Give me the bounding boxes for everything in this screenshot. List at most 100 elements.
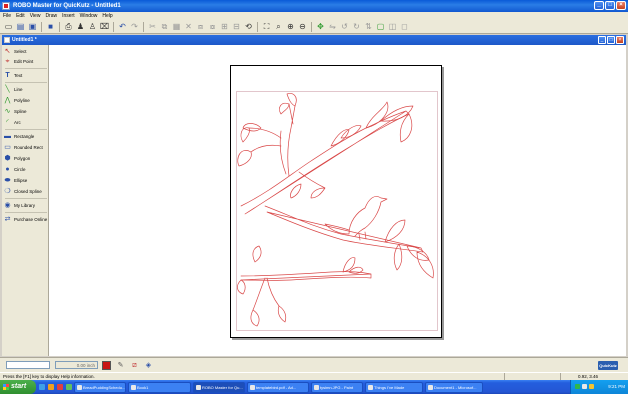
flip-icon[interactable]: ⇅ [363, 21, 374, 32]
tool-ellipse[interactable]: ⬬ Ellipse [4, 176, 48, 185]
tool-closed-spline[interactable]: ❍ Closed Spline [4, 187, 48, 196]
tool-my-library[interactable]: ◉ My Library [4, 201, 48, 210]
rotate-left-icon[interactable]: ↺ [339, 21, 350, 32]
menu-window[interactable]: Window [80, 12, 98, 20]
new-file-icon[interactable]: ▭ [3, 21, 14, 32]
no-fill-icon[interactable]: ⧄ [130, 361, 139, 370]
leaf [237, 279, 246, 295]
ungroup-icon[interactable]: ⧇ [207, 21, 218, 32]
taskbar-item[interactable]: templatebird.pdf - Ad... [247, 381, 309, 393]
taskbar-item[interactable]: Book1 [128, 381, 191, 393]
delete-icon[interactable]: ✕ [183, 21, 194, 32]
panel-separator [5, 82, 47, 83]
doc-restore-button[interactable]: □ [607, 36, 615, 44]
document-title-bar[interactable]: Untitled1 * _ □ × [2, 35, 626, 45]
tool-select[interactable]: ↖ Select [4, 47, 48, 56]
start-button[interactable]: start [0, 380, 36, 394]
outline-icon[interactable]: ◻ [399, 21, 410, 32]
weld-icon[interactable]: ⊞ [219, 21, 230, 32]
tool-purchase-online[interactable]: ⇄ Purchase Online [4, 215, 48, 224]
desktop-quicklaunch-icon[interactable] [66, 384, 72, 390]
taskbar-item[interactable]: Document1 - Microsof... [425, 381, 483, 393]
tool-text[interactable]: T Text [4, 71, 48, 80]
taskbar-item[interactable]: Things I've Made [365, 381, 423, 393]
shadow-icon[interactable]: ◫ [387, 21, 398, 32]
zoom-out-icon[interactable]: ⊖ [297, 21, 308, 32]
taskbar-item[interactable]: BreadPuddingSchedu... [74, 381, 126, 393]
security-icon[interactable] [589, 384, 594, 389]
window-title-bar[interactable]: ROBO Master for QuicKutz - Untitled1 _ □… [0, 0, 628, 12]
menu-help[interactable]: Help [102, 12, 112, 20]
frame-icon[interactable]: ▢ [375, 21, 386, 32]
minimize-button[interactable]: _ [594, 1, 604, 10]
volume-icon[interactable] [582, 384, 587, 389]
maximize-button[interactable]: □ [605, 1, 615, 10]
doc-minimize-button[interactable]: _ [598, 36, 606, 44]
line-color-swatch[interactable] [102, 361, 111, 370]
move-icon[interactable]: ✥ [315, 21, 326, 32]
fill-bucket-icon[interactable]: ◈ [144, 361, 153, 370]
tool-label: Polygon [14, 156, 31, 161]
tool-rectangle[interactable]: ▬ Rectangle [4, 132, 48, 141]
menu-file[interactable]: File [3, 12, 11, 20]
mirror-icon[interactable]: ⇋ [327, 21, 338, 32]
tool-label: Circle [14, 167, 26, 172]
stamp-icon[interactable]: ♟ [75, 21, 86, 32]
taskbar-item-active[interactable]: ROBO Master for Qu... [193, 381, 245, 393]
zoom-fit-icon[interactable]: ⛶ [261, 21, 272, 32]
line-width-field[interactable]: 0.00 inch [55, 361, 98, 369]
arrow-cursor-icon: ↖ [4, 48, 11, 55]
leaf [277, 305, 287, 323]
redo-icon[interactable]: ↷ [129, 21, 140, 32]
polygon-icon: ⬢ [4, 155, 11, 162]
tool-label: Polyline [14, 98, 30, 103]
pen-icon[interactable]: ✎ [116, 361, 125, 370]
tool-polygon[interactable]: ⬢ Polygon [4, 154, 48, 163]
print-icon[interactable]: ⎙ [63, 21, 74, 32]
window-title: ROBO Master for QuicKutz - Untitled1 [13, 3, 121, 9]
media-quicklaunch-icon[interactable] [57, 384, 63, 390]
cut-icon[interactable]: ✂ [147, 21, 158, 32]
menu-insert[interactable]: Insert [62, 12, 75, 20]
save-icon[interactable]: ▣ [27, 21, 38, 32]
break-icon[interactable]: ⊟ [231, 21, 242, 32]
close-button[interactable]: × [616, 1, 626, 10]
folder-quicklaunch-icon[interactable] [48, 384, 54, 390]
bottom-twig [252, 277, 280, 311]
tool-circle[interactable]: ● Circle [4, 165, 48, 174]
ie-quicklaunch-icon[interactable] [39, 384, 45, 390]
tool-edit-point[interactable]: ⌖ Edit Point [4, 57, 48, 66]
toolbar-separator [143, 21, 144, 32]
menu-view[interactable]: View [30, 12, 41, 20]
cut-to-machine-icon[interactable]: ■ [45, 21, 56, 32]
zoom-window-icon[interactable]: ⌕ [273, 21, 284, 32]
rotate-icon[interactable]: ⟲ [243, 21, 254, 32]
tool-spline[interactable]: ∿ Spline [4, 107, 48, 116]
tool-label: Text [14, 73, 23, 78]
menu-edit[interactable]: Edit [16, 12, 25, 20]
tool-arc[interactable]: ◜ Arc [4, 118, 48, 127]
undo-icon[interactable]: ↶ [117, 21, 128, 32]
leaf [399, 113, 413, 143]
document-icon [4, 37, 10, 43]
doc-close-button[interactable]: × [616, 36, 624, 44]
drawing-canvas[interactable] [49, 45, 626, 356]
bird-branch-cut-design[interactable] [231, 66, 443, 339]
copy-icon[interactable]: ⧉ [159, 21, 170, 32]
app-icon[interactable] [2, 2, 10, 10]
tool-line[interactable]: ╲ Line [4, 85, 48, 94]
position-field[interactable] [6, 361, 50, 369]
taskbar-item[interactable]: tysimn.JPG - Paint [311, 381, 363, 393]
zoom-in-icon[interactable]: ⊕ [285, 21, 296, 32]
paste-icon[interactable]: ▦ [171, 21, 182, 32]
group-icon[interactable]: ⧈ [195, 21, 206, 32]
rotate-right-icon[interactable]: ↻ [351, 21, 362, 32]
tool-polyline[interactable]: ⋀ Polyline [4, 96, 48, 105]
tool-rounded-rect[interactable]: ▭ Rounded Rect [4, 143, 48, 152]
network-icon[interactable] [575, 384, 580, 389]
scan-icon[interactable]: ⌧ [99, 21, 110, 32]
user-icon[interactable]: ♙ [87, 21, 98, 32]
open-folder-icon[interactable]: ▤ [15, 21, 26, 32]
menu-draw[interactable]: Draw [45, 12, 57, 20]
mat-page[interactable] [230, 65, 442, 338]
